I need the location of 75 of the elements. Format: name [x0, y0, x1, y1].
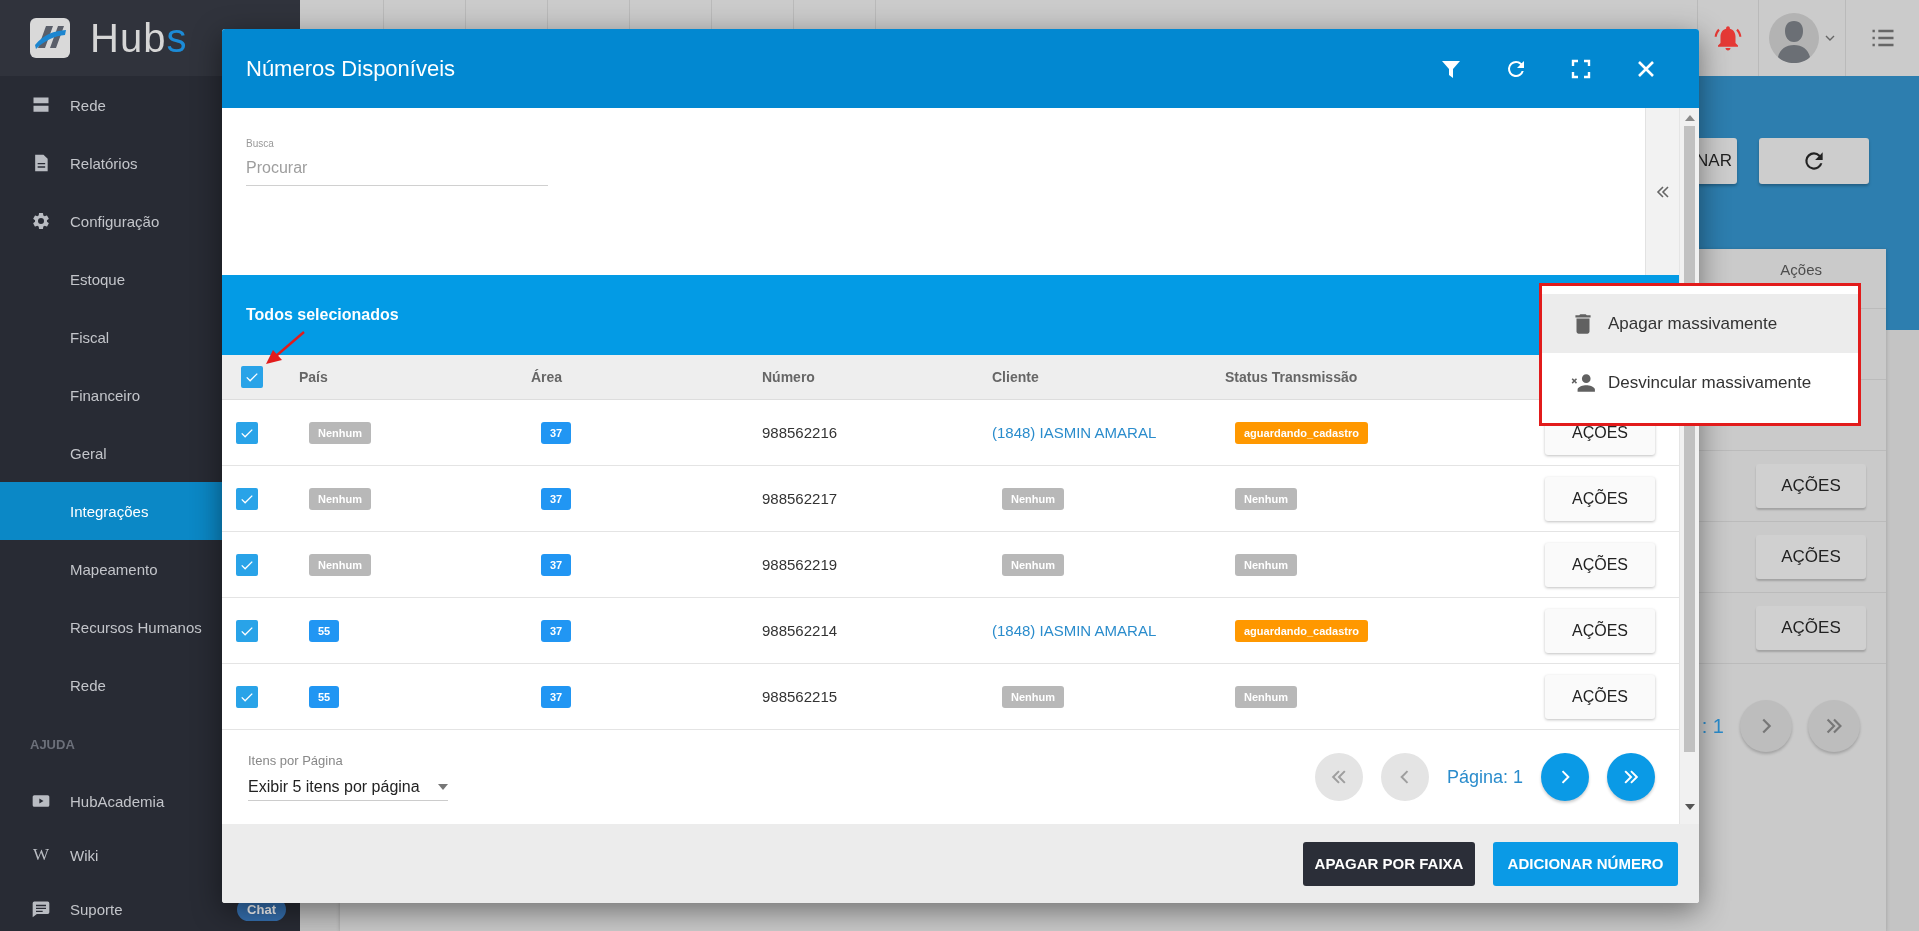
empty-value-tag: Nenhum — [1002, 553, 1064, 576]
client-link[interactable]: (1848) IASMIN AMARAL — [992, 622, 1157, 639]
empty-value-tag: Nenhum — [1235, 553, 1297, 576]
scroll-up-icon — [1684, 115, 1695, 121]
refresh-button[interactable] — [1759, 138, 1869, 184]
delete-range-button[interactable]: APAGAR POR FAIXA — [1303, 841, 1475, 886]
empty-value-tag: Nenhum — [1235, 685, 1297, 708]
column-header: País — [299, 369, 329, 385]
bell-icon — [1713, 23, 1743, 53]
chat-icon — [31, 899, 51, 919]
column-header: Cliente — [992, 369, 1040, 385]
status-tag: aguardando_cadastro — [1235, 619, 1368, 642]
empty-value-tag: Nenhum — [1002, 685, 1064, 708]
empty-value-tag: Nenhum — [309, 553, 371, 576]
code-tag: 37 — [541, 553, 572, 576]
select-all-checkbox[interactable] — [241, 366, 263, 388]
client-link[interactable]: (1848) IASMIN AMARAL — [992, 424, 1157, 441]
empty-value-tag: Nenhum — [1002, 487, 1064, 510]
server-icon — [31, 95, 51, 115]
status-tag: aguardando_cadastro — [1235, 421, 1368, 444]
empty-value-tag: Nenhum — [1235, 487, 1297, 510]
code-tag: 37 — [541, 619, 572, 642]
actions-button[interactable]: AÇÕES — [1545, 476, 1655, 521]
empty-value-tag: Nenhum — [309, 487, 371, 510]
double-chevron-left-icon — [1654, 184, 1671, 200]
actions-button[interactable]: AÇÕES — [1545, 608, 1655, 653]
row-checkbox[interactable] — [236, 421, 258, 444]
code-tag: 55 — [309, 619, 340, 642]
logo-icon — [30, 18, 70, 58]
scroll-down-icon — [1684, 804, 1695, 810]
gear-icon — [31, 211, 51, 231]
wiki-icon: W — [31, 845, 51, 865]
column-header: Número — [762, 369, 816, 385]
next-page-button[interactable] — [1541, 753, 1589, 801]
menu-item[interactable]: Desvincular massivamente — [1542, 353, 1858, 412]
code-tag: 37 — [541, 421, 572, 444]
logo-wordmark: Hubs — [90, 18, 188, 58]
code-tag: 55 — [309, 685, 340, 708]
column-header: Ações — [1780, 261, 1822, 278]
dropdown-caret-icon — [437, 784, 448, 790]
row-checkbox[interactable] — [236, 619, 258, 642]
page-size-select[interactable]: Exibir 5 itens por página — [248, 778, 448, 801]
actions-button[interactable]: AÇÕES — [1545, 674, 1655, 719]
row-checkbox[interactable] — [236, 487, 258, 510]
section-heading: AJUDA — [30, 736, 75, 752]
sidebar-item[interactable]: Configuração — [0, 192, 300, 250]
phone-number: 988562214 — [762, 622, 838, 639]
code-tag: 37 — [541, 685, 572, 708]
page-indicator: Página: 1 — [1446, 766, 1523, 788]
code-tag: 37 — [541, 487, 572, 510]
last-page-button[interactable] — [1607, 753, 1655, 801]
actions-button[interactable]: AÇÕES — [1756, 606, 1866, 650]
phone-number: 988562217 — [762, 490, 838, 507]
annotation-arrow — [266, 331, 305, 364]
phone-number: 988562219 — [762, 556, 838, 573]
page-indicator: : 1 — [1701, 714, 1724, 738]
phone-number: 988562216 — [762, 424, 838, 441]
next-page-button[interactable] — [1740, 700, 1792, 752]
row-checkbox[interactable] — [236, 553, 258, 576]
search-field[interactable]: Procurar — [246, 159, 548, 186]
avatar-icon — [1769, 13, 1819, 63]
selection-status: Todos selecionados — [246, 306, 399, 324]
field-label: Itens por Página — [248, 753, 344, 768]
actions-button[interactable]: AÇÕES — [1756, 464, 1866, 508]
actions-button[interactable]: AÇÕES — [1756, 535, 1866, 579]
row-checkbox[interactable] — [236, 685, 258, 708]
menu-item[interactable]: Apagar massivamente — [1542, 294, 1858, 353]
column-header: Status Transmissão — [1225, 369, 1359, 385]
last-page-button[interactable] — [1808, 700, 1860, 752]
actions-button[interactable]: AÇÕES — [1545, 542, 1655, 587]
field-label: Busca — [246, 138, 274, 149]
phone-number: 988562215 — [762, 688, 838, 705]
empty-value-tag: Nenhum — [309, 421, 371, 444]
caret-icon — [1825, 35, 1835, 41]
column-header: Área — [531, 369, 564, 385]
